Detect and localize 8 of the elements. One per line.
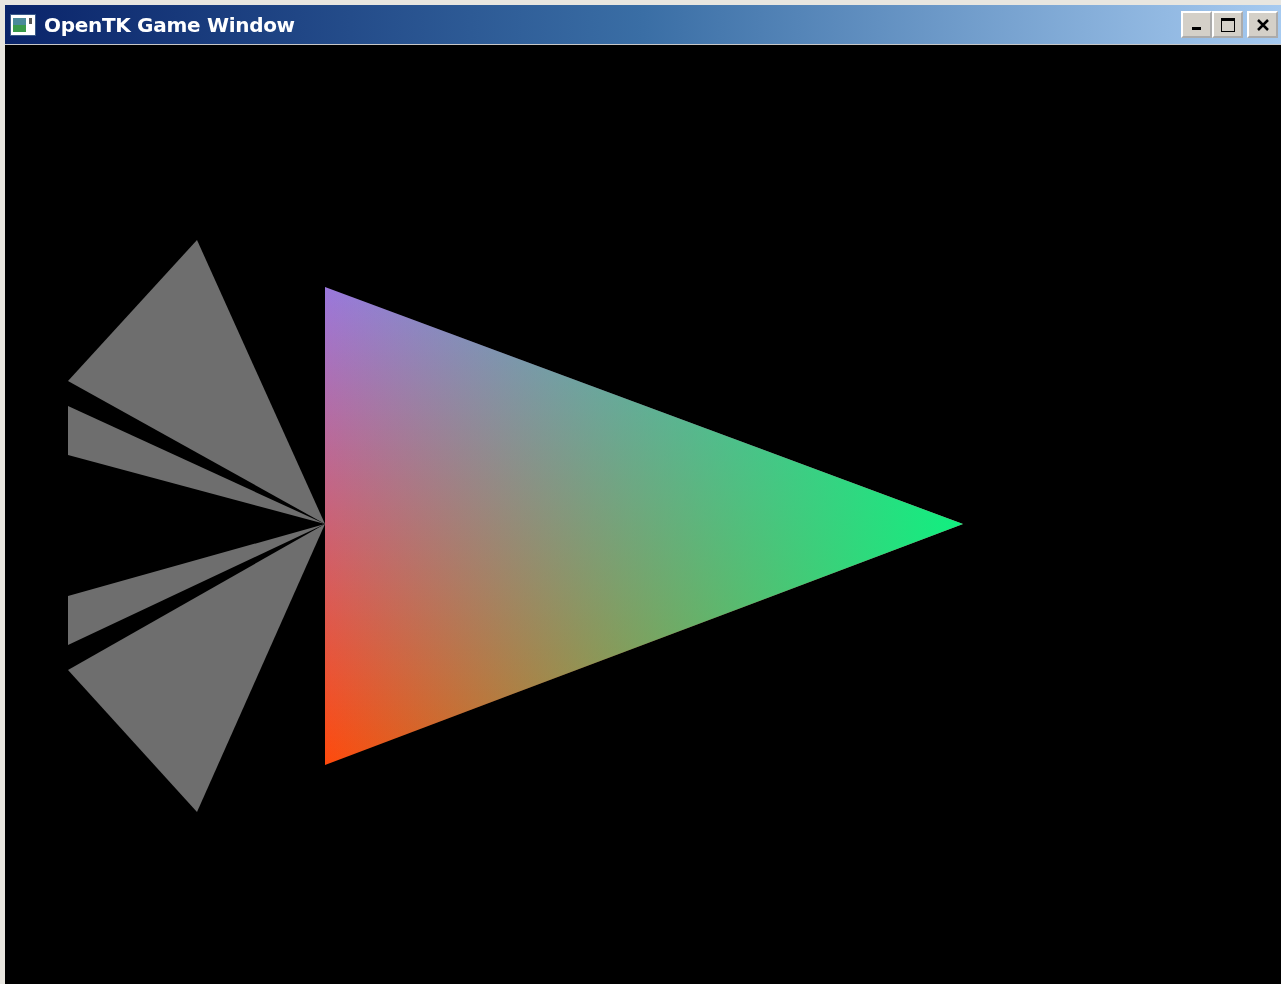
window-title: OpenTK Game Window <box>44 11 296 39</box>
maximize-button[interactable] <box>1212 11 1243 38</box>
minimize-icon <box>1192 27 1201 30</box>
minimize-button[interactable] <box>1181 11 1212 38</box>
close-button[interactable] <box>1247 11 1278 38</box>
maximize-icon <box>1219 16 1236 33</box>
close-icon <box>1254 16 1271 33</box>
app-icon <box>10 13 36 36</box>
